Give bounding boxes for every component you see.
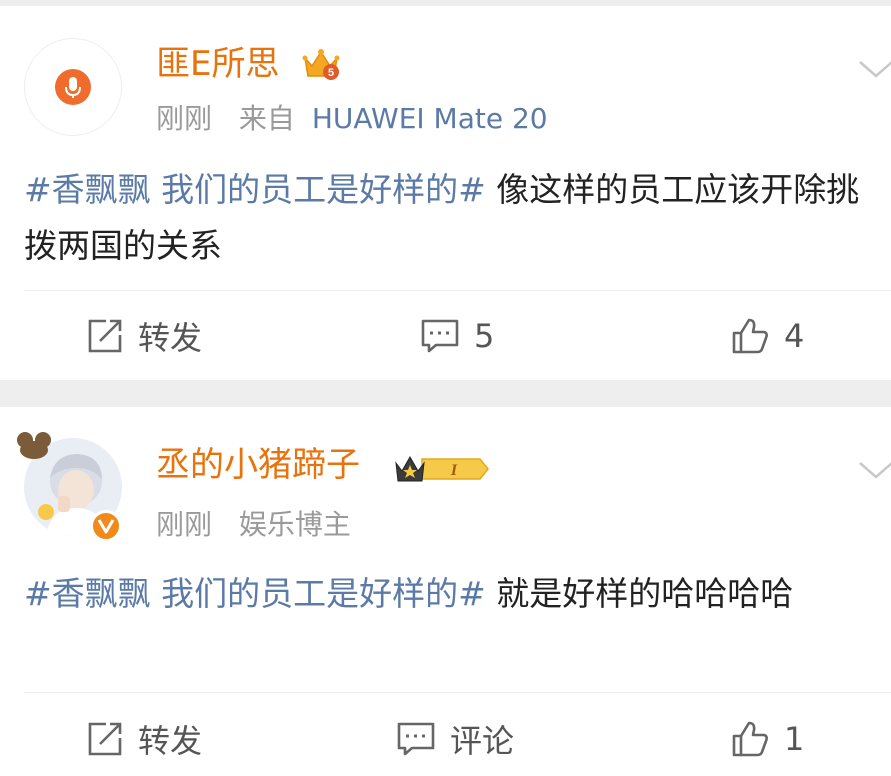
svg-text:I: I (450, 462, 458, 479)
username[interactable]: 匪E所思 (156, 44, 279, 84)
divider (24, 692, 891, 693)
comment-icon (421, 319, 459, 353)
chevron-down-icon[interactable] (858, 459, 891, 481)
post-separator (0, 380, 891, 407)
like-count: 4 (784, 317, 805, 355)
username[interactable]: 丞的小猪蹄子 (156, 445, 360, 485)
timestamp: 刚刚 (156, 102, 213, 135)
hashtag-link[interactable]: #香飘飘 我们的员工是好样的# (24, 170, 486, 209)
comment-count: 5 (474, 317, 495, 355)
verified-v-icon (97, 519, 115, 534)
like-button[interactable]: 4 (730, 311, 804, 361)
divider (24, 290, 891, 291)
microphone-icon (55, 69, 91, 105)
post-meta: 刚刚 来自 HUAWEI Mate 20 (156, 102, 548, 136)
vip-crown-badge-icon[interactable]: I (392, 451, 492, 487)
timestamp: 刚刚 (156, 508, 213, 541)
bear-ears-decoration-icon (17, 432, 51, 459)
comment-icon (397, 722, 435, 756)
repost-label: 转发 (138, 722, 203, 760)
like-button[interactable]: 1 (730, 714, 804, 764)
comment-label: 评论 (450, 722, 515, 760)
avatar[interactable] (24, 38, 122, 136)
comment-button[interactable]: 5 (420, 311, 494, 361)
member-crown-icon[interactable]: 5 (301, 44, 341, 82)
post-content: #香飘飘 我们的员工是好样的# 像这样的员工应该开除挑拨两国的关系 (24, 162, 869, 274)
like-count: 1 (784, 720, 805, 758)
post-text: 就是好样的哈哈哈哈 (485, 574, 794, 613)
verified-badge (90, 510, 122, 542)
repost-button[interactable]: 转发 (86, 311, 202, 361)
repost-icon (88, 722, 122, 756)
post-meta: 刚刚 娱乐博主 (156, 508, 351, 542)
source-device[interactable]: HUAWEI Mate 20 (312, 102, 548, 135)
user-tag: 娱乐博主 (238, 508, 351, 541)
comment-button[interactable]: 评论 (396, 714, 514, 764)
repost-label: 转发 (138, 319, 203, 357)
post-content: #香飘飘 我们的员工是好样的# 就是好样的哈哈哈哈 (24, 566, 869, 622)
hashtag-link[interactable]: #香飘飘 我们的员工是好样的# (24, 574, 486, 613)
repost-icon (88, 319, 122, 353)
thumbs-up-icon (732, 721, 768, 757)
thumbs-up-icon (732, 318, 768, 354)
repost-button[interactable]: 转发 (86, 714, 202, 764)
source-prefix: 来自 (238, 102, 295, 135)
chevron-down-icon[interactable] (858, 58, 891, 80)
svg-text:5: 5 (328, 67, 334, 79)
